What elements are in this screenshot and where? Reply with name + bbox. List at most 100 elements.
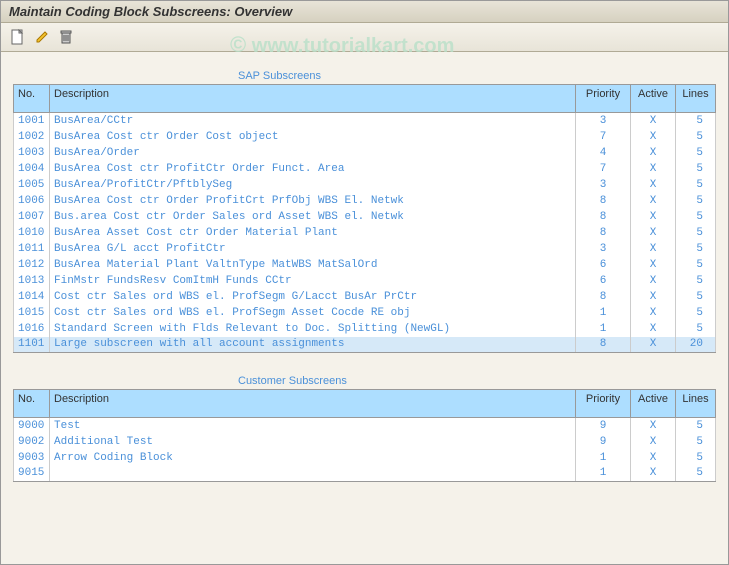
table-row[interactable]: 1016Standard Screen with Flds Relevant t… [14, 321, 716, 337]
cell-desc: Large subscreen with all account assignm… [50, 337, 576, 353]
table-row[interactable]: 9002Additional Test9X5 [14, 434, 716, 450]
edit-button[interactable] [31, 26, 53, 48]
table-row[interactable]: 1015Cost ctr Sales ord WBS el. ProfSegm … [14, 305, 716, 321]
cell-priority: 7 [576, 129, 631, 145]
cell-desc: Standard Screen with Flds Relevant to Do… [50, 321, 576, 337]
cell-priority: 8 [576, 289, 631, 305]
cell-priority: 4 [576, 145, 631, 161]
cell-lines: 5 [676, 257, 716, 273]
cell-lines: 5 [676, 273, 716, 289]
cell-no: 1013 [14, 273, 50, 289]
cell-lines: 5 [676, 305, 716, 321]
cell-no: 1001 [14, 113, 50, 129]
cell-desc: BusArea Cost ctr ProfitCtr Order Funct. … [50, 161, 576, 177]
col-header-lines[interactable]: Lines [676, 85, 716, 113]
cell-priority: 1 [576, 321, 631, 337]
col-header-active[interactable]: Active [631, 85, 676, 113]
cell-active: X [631, 273, 676, 289]
cell-lines: 5 [676, 321, 716, 337]
table-row[interactable]: 1014Cost ctr Sales ord WBS el. ProfSegm … [14, 289, 716, 305]
pencil-icon [35, 30, 49, 44]
table-row[interactable]: 1002BusArea Cost ctr Order Cost object7X… [14, 129, 716, 145]
col-header-no[interactable]: No. [14, 390, 50, 418]
table-row[interactable]: 1001BusArea/CCtr3X5 [14, 113, 716, 129]
col-header-description[interactable]: Description [50, 390, 576, 418]
col-header-lines[interactable]: Lines [676, 390, 716, 418]
cell-no: 1012 [14, 257, 50, 273]
cell-desc: BusArea Cost ctr Order Cost object [50, 129, 576, 145]
table-row[interactable]: 1007Bus.area Cost ctr Order Sales ord As… [14, 209, 716, 225]
cell-desc: Additional Test [50, 434, 576, 450]
trash-icon [60, 30, 72, 44]
cell-no: 9015 [14, 466, 50, 482]
col-header-priority[interactable]: Priority [576, 85, 631, 113]
cell-no: 1010 [14, 225, 50, 241]
cell-lines: 5 [676, 193, 716, 209]
col-header-description[interactable]: Description [50, 85, 576, 113]
cell-active: X [631, 418, 676, 434]
cell-no: 1005 [14, 177, 50, 193]
table-row[interactable]: 1010BusArea Asset Cost ctr Order Materia… [14, 225, 716, 241]
cell-desc: BusArea/Order [50, 145, 576, 161]
cell-priority: 8 [576, 337, 631, 353]
col-header-priority[interactable]: Priority [576, 390, 631, 418]
col-header-no[interactable]: No. [14, 85, 50, 113]
table-row[interactable]: 1005BusArea/ProfitCtr/PftblySeg3X5 [14, 177, 716, 193]
cell-no: 9000 [14, 418, 50, 434]
table-row[interactable]: 1011BusArea G/L acct ProfitCtr3X5 [14, 241, 716, 257]
cell-active: X [631, 225, 676, 241]
table-row[interactable]: 1003BusArea/Order4X5 [14, 145, 716, 161]
cell-active: X [631, 177, 676, 193]
cell-active: X [631, 466, 676, 482]
cell-lines: 5 [676, 450, 716, 466]
cell-lines: 5 [676, 434, 716, 450]
cell-no: 1004 [14, 161, 50, 177]
table-row[interactable]: 9000Test9X5 [14, 418, 716, 434]
cell-no: 1006 [14, 193, 50, 209]
cell-lines: 5 [676, 289, 716, 305]
cell-active: X [631, 337, 676, 353]
cell-priority: 3 [576, 177, 631, 193]
cell-no: 1014 [14, 289, 50, 305]
cell-no: 1016 [14, 321, 50, 337]
table-row[interactable]: 1012BusArea Material Plant ValtnType Mat… [14, 257, 716, 273]
toolbar [1, 23, 728, 52]
cell-no: 1002 [14, 129, 50, 145]
new-document-button[interactable] [7, 26, 29, 48]
customer-subscreens-table[interactable]: No. Description Priority Active Lines 90… [13, 389, 716, 482]
cell-no: 9002 [14, 434, 50, 450]
table-row[interactable]: 9003Arrow Coding Block1X5 [14, 450, 716, 466]
customer-subscreens-section: Customer Subscreens No. Description Prio… [13, 375, 716, 482]
cell-lines: 5 [676, 225, 716, 241]
cell-desc: Test [50, 418, 576, 434]
cell-active: X [631, 145, 676, 161]
table-row[interactable]: 90151X5 [14, 466, 716, 482]
table-row[interactable]: 1006BusArea Cost ctr Order ProfitCrt Prf… [14, 193, 716, 209]
table-row[interactable]: 1004BusArea Cost ctr ProfitCtr Order Fun… [14, 161, 716, 177]
cell-active: X [631, 289, 676, 305]
sap-subscreens-table[interactable]: No. Description Priority Active Lines 10… [13, 84, 716, 353]
cell-lines: 5 [676, 466, 716, 482]
window-title: Maintain Coding Block Subscreens: Overvi… [1, 1, 728, 23]
cell-lines: 5 [676, 129, 716, 145]
cell-priority: 8 [576, 209, 631, 225]
cell-desc: BusArea Asset Cost ctr Order Material Pl… [50, 225, 576, 241]
cell-priority: 1 [576, 450, 631, 466]
table-row[interactable]: 1013FinMstr FundsResv ComItmH Funds CCtr… [14, 273, 716, 289]
cell-no: 1007 [14, 209, 50, 225]
col-header-active[interactable]: Active [631, 390, 676, 418]
cell-desc: BusArea Material Plant ValtnType MatWBS … [50, 257, 576, 273]
cell-lines: 5 [676, 418, 716, 434]
cell-priority: 9 [576, 434, 631, 450]
cell-desc: Cost ctr Sales ord WBS el. ProfSegm Asse… [50, 305, 576, 321]
cell-priority: 6 [576, 273, 631, 289]
table-row[interactable]: 1101Large subscreen with all account ass… [14, 337, 716, 353]
customer-subscreens-title: Customer Subscreens [13, 375, 716, 387]
cell-priority: 1 [576, 305, 631, 321]
cell-desc: Arrow Coding Block [50, 450, 576, 466]
cell-lines: 5 [676, 113, 716, 129]
cell-active: X [631, 113, 676, 129]
delete-button[interactable] [55, 26, 77, 48]
cell-desc: BusArea Cost ctr Order ProfitCrt PrfObj … [50, 193, 576, 209]
cell-priority: 9 [576, 418, 631, 434]
